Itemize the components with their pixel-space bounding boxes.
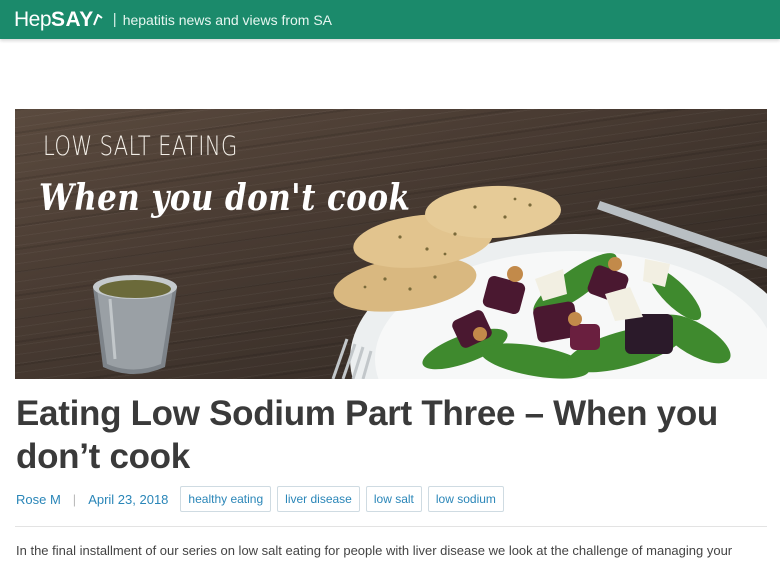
logo-text-say: SAY [51,7,94,31]
tag-low-salt[interactable]: low salt [365,486,422,512]
tag-liver-disease[interactable]: liver disease [277,486,360,512]
post-date-link[interactable]: April 23, 2018 [88,492,168,507]
hero-script-title: When you don't cook [39,177,411,219]
author-link[interactable]: Rose M [16,492,61,507]
site-logo[interactable]: Hep SAY [14,8,103,32]
content-divider [15,526,767,527]
hero-kicker-text: LOW SALT EATING [43,131,238,162]
site-tagline: hepatitis news and views from SA [122,11,333,28]
logo-mark-icon [92,13,103,25]
meta-separator: | [72,491,77,507]
tag-healthy-eating[interactable]: healthy eating [180,486,272,512]
site-header: Hep SAY | hepatitis news and views from S… [0,0,780,39]
tag-low-sodium[interactable]: low sodium [427,486,504,512]
post-excerpt: In the final installment of our series o… [16,543,733,558]
post-title[interactable]: Eating Low Sodium Part Three – When you … [16,392,776,478]
featured-image[interactable]: LOW SALT EATING When you don't cook [15,109,767,379]
post-meta: Rose M | April 23, 2018 healthy eating l… [16,486,510,512]
header-divider: | [112,11,117,28]
oil-cup-shape [93,275,177,374]
logo-text-hep: Hep [14,7,52,31]
